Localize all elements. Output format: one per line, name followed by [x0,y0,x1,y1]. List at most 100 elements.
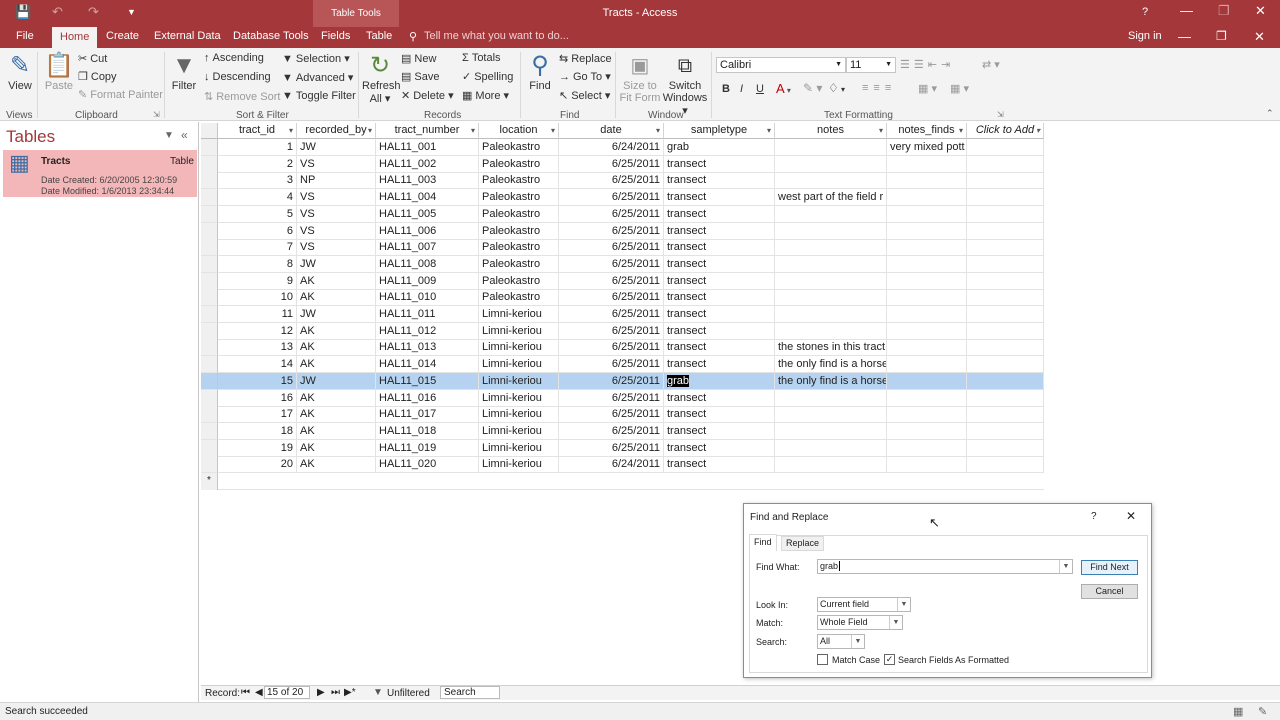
cell-tract-number[interactable]: HAL11_018 [376,422,479,440]
cell-recorded-by[interactable]: JW [297,372,376,390]
new-record-row[interactable]: * [201,473,1044,490]
cell-recorded-by[interactable]: VS [297,205,376,223]
cell-tract-id[interactable]: 15 [218,372,297,390]
find-button[interactable]: ⚲ Find [524,52,556,92]
table-row[interactable]: 14 AK HAL11_014 Limni-keriou 6/25/2011 transe… [201,356,1044,374]
table-row[interactable]: 17 AK HAL11_017 Limni-keriou 6/25/2011 transe… [201,406,1044,424]
cell-tract-id[interactable]: 9 [218,272,297,290]
cell-click-to-add[interactable] [967,306,1044,323]
match-select[interactable]: Whole Field ▼ [817,615,903,630]
cell-click-to-add[interactable] [967,439,1044,457]
dialog-launcher-icon[interactable]: ⇲ [153,110,160,119]
cell-sampletype[interactable]: transect [664,222,775,240]
record-selector[interactable] [201,272,218,290]
cell-date[interactable]: 6/24/2011 [559,139,664,156]
cell-click-to-add[interactable] [967,289,1044,307]
gridlines-icon[interactable]: ▦ ▾ [950,82,969,95]
record-selector[interactable] [201,239,218,257]
cell-tract-number[interactable]: HAL11_006 [376,222,479,240]
cell-tract-id[interactable]: 17 [218,406,297,424]
column-header-recorded-by[interactable]: recorded_by ▾ [297,123,376,139]
cell-location[interactable]: Limni-keriou [479,456,559,474]
close-icon[interactable]: ✕ [1255,3,1266,19]
cell-recorded-by[interactable]: AK [297,356,376,374]
format-painter-button[interactable]: ✎ Format Painter [78,88,163,101]
record-selector[interactable] [201,372,218,390]
cell-notes[interactable]: the only find is a horse [775,372,887,390]
cell-location[interactable]: Limni-keriou [479,422,559,440]
ribbon-display-icon[interactable]: — [1180,3,1193,18]
column-header-sampletype[interactable]: sampletype ▾ [664,123,775,139]
cell-location[interactable]: Paleokastro [479,189,559,207]
cell-date[interactable]: 6/25/2011 [559,406,664,424]
cell-date[interactable]: 6/25/2011 [559,389,664,407]
cell-location[interactable]: Limni-keriou [479,306,559,323]
cell-notes[interactable] [775,172,887,190]
cell-date[interactable]: 6/25/2011 [559,155,664,173]
cell-tract-id[interactable]: 11 [218,306,297,323]
replace-button[interactable]: ⇆ Replace [559,52,612,65]
cell-sampletype[interactable]: transect [664,356,775,374]
column-dropdown-icon[interactable]: ▾ [879,123,883,138]
record-selector[interactable] [201,322,218,340]
cell-tract-id[interactable]: 1 [218,139,297,156]
italic-button[interactable]: I [740,83,743,95]
cell-tract-number[interactable]: HAL11_007 [376,239,479,257]
cell-location[interactable]: Paleokastro [479,239,559,257]
restore-icon[interactable]: ❐ [1218,3,1230,19]
cell-date[interactable]: 6/25/2011 [559,205,664,223]
table-row[interactable]: 9 AK HAL11_009 Paleokastro 6/25/2011 transect [201,272,1044,290]
previous-record-icon[interactable]: ◀ [255,687,263,698]
record-selector[interactable] [201,289,218,307]
cell-notes-finds[interactable] [887,406,967,424]
cell-notes-finds[interactable] [887,389,967,407]
cell-sampletype[interactable]: transect [664,155,775,173]
cell-location[interactable]: Limni-keriou [479,389,559,407]
tab-create[interactable]: Create [100,30,145,42]
cell-click-to-add[interactable] [967,322,1044,340]
cell-date[interactable]: 6/24/2011 [559,456,664,474]
search-direction-select[interactable]: All ▼ [817,634,865,649]
sign-in-link[interactable]: Sign in [1122,30,1168,42]
cell-location[interactable]: Paleokastro [479,172,559,190]
cell-notes-finds[interactable] [887,322,967,340]
cell-sampletype[interactable]: transect [664,189,775,207]
cell-recorded-by[interactable]: VS [297,189,376,207]
minimize-icon[interactable]: — [1178,29,1191,44]
cell-tract-id[interactable]: 3 [218,172,297,190]
cell-tract-number[interactable]: HAL11_014 [376,356,479,374]
cell-date[interactable]: 6/25/2011 [559,422,664,440]
cell-notes[interactable] [775,222,887,240]
copy-button[interactable]: ❐ Copy [78,70,117,83]
tell-me-input[interactable]: Tell me what you want to do... [418,30,575,42]
cell-location[interactable]: Paleokastro [479,222,559,240]
cell-tract-id[interactable]: 2 [218,155,297,173]
record-selector[interactable] [201,339,218,357]
record-selector[interactable] [201,422,218,440]
table-row[interactable]: 18 AK HAL11_018 Limni-keriou 6/25/2011 transe… [201,422,1044,440]
filter-button[interactable]: ▼ Filter [168,52,200,92]
look-in-select[interactable]: Current field ▼ [817,597,911,612]
cell-recorded-by[interactable]: JW [297,139,376,156]
cell-tract-number[interactable]: HAL11_003 [376,172,479,190]
customize-qat-icon[interactable]: ▼ [127,7,136,17]
column-dropdown-icon[interactable]: ▾ [289,123,293,138]
dialog-help-button[interactable]: ? [1091,511,1097,522]
toggle-filter-button[interactable]: ▼ Toggle Filter [282,90,356,102]
select-button[interactable]: ↖ Select ▾ [559,89,610,102]
cell-location[interactable]: Limni-keriou [479,339,559,357]
record-selector[interactable] [201,189,218,207]
cell-click-to-add[interactable] [967,389,1044,407]
save-record-button[interactable]: ▤ Save [401,70,439,83]
cell-tract-id[interactable]: 20 [218,456,297,474]
table-row[interactable]: 5 VS HAL11_005 Paleokastro 6/25/2011 transect [201,205,1044,223]
cell-date[interactable]: 6/25/2011 [559,372,664,390]
cell-notes[interactable] [775,289,887,307]
column-dropdown-icon[interactable]: ▾ [1036,123,1040,138]
cell-tract-number[interactable]: HAL11_020 [376,456,479,474]
cell-tract-number[interactable]: HAL11_016 [376,389,479,407]
cell-tract-number[interactable]: HAL11_019 [376,439,479,457]
spelling-button[interactable]: ✓ Spelling [462,70,513,83]
selection-button[interactable]: ▼ Selection ▾ [282,52,350,65]
column-dropdown-icon[interactable]: ▾ [959,123,963,138]
